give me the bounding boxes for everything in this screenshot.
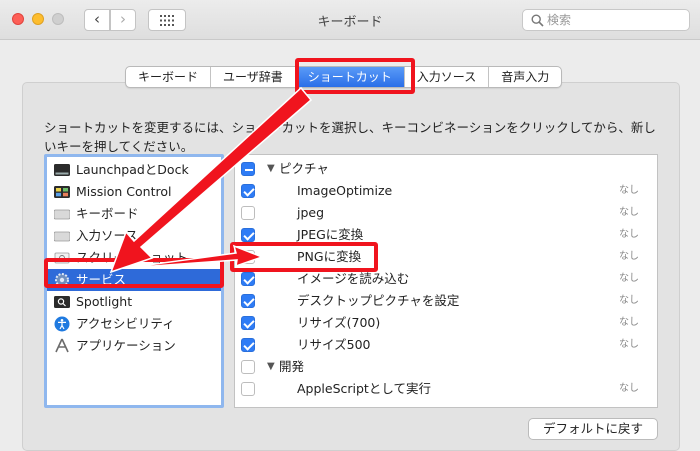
service-shortcut[interactable]: なし [619,378,639,400]
category-item-input-sources[interactable]: 入力ソース [47,225,221,247]
service-name: jpeg [297,205,325,220]
category-item-mission-control[interactable]: Mission Control [47,181,221,203]
group-label: 開発 [279,359,305,374]
service-shortcut[interactable]: なし [619,312,639,334]
category-label: Mission Control [76,184,172,199]
service-checkbox[interactable] [241,382,255,396]
service-row[interactable]: リサイズ(700) なし [235,312,657,334]
service-shortcut[interactable]: なし [619,246,639,268]
disclosure-triangle-icon[interactable]: ▼ [267,356,275,378]
group-checkbox[interactable] [241,360,255,374]
restore-defaults-button[interactable]: デフォルトに戻す [528,418,658,440]
service-shortcut[interactable]: なし [619,224,639,246]
service-shortcut[interactable]: なし [619,290,639,312]
disclosure-triangle-icon[interactable]: ▼ [267,158,275,180]
category-label: アクセシビリティ [76,316,175,331]
keyboard-icon [54,209,70,220]
highlight-services-item [44,258,224,288]
service-checkbox[interactable] [241,272,255,286]
category-item-accessibility[interactable]: アクセシビリティ [47,313,221,335]
tab-user-dictionary[interactable]: ユーザ辞書 [211,67,296,87]
instructions-text: ショートカットを変更するには、ショートカットを選択し、キーコンビネーションをクリ… [44,120,656,154]
service-row[interactable]: AppleScriptとして実行 なし [235,378,657,400]
service-shortcut[interactable]: なし [619,180,639,202]
service-checkbox[interactable] [241,316,255,330]
launchpad-icon [54,164,70,176]
category-label: アプリケーション [76,338,176,353]
service-shortcut[interactable]: なし [619,202,639,224]
category-item-spotlight[interactable]: Spotlight [47,291,221,313]
service-group-development[interactable]: ▼ 開発 [235,356,657,378]
category-item-app-shortcuts[interactable]: アプリケーション [47,335,221,357]
service-name: AppleScriptとして実行 [297,381,431,396]
app-shortcuts-icon [55,338,69,353]
search-icon [531,14,544,27]
highlight-shortcuts-tab [295,58,415,94]
category-label: 入力ソース [76,228,138,243]
highlight-png-convert [230,242,378,272]
service-shortcut[interactable]: なし [619,334,639,356]
accessibility-icon [54,316,70,332]
group-checkbox[interactable] [241,162,255,176]
service-group-pictures[interactable]: ▼ ピクチャ [235,158,657,180]
service-name: リサイズ(700) [297,315,381,330]
category-label: LaunchpadとDock [76,162,189,177]
service-checkbox[interactable] [241,228,255,242]
service-name: リサイズ500 [297,337,371,352]
service-checkbox[interactable] [241,206,255,220]
tab-keyboard[interactable]: キーボード [126,67,212,87]
service-row[interactable]: デスクトップピクチャを設定 なし [235,290,657,312]
service-checkbox[interactable] [241,294,255,308]
service-checkbox[interactable] [241,184,255,198]
spotlight-icon [54,296,70,308]
category-label: キーボード [76,206,139,221]
input-source-icon [54,231,70,242]
title-bar: ‹ › キーボード [0,0,700,40]
services-list: ▼ ピクチャ ImageOptimize なし jpeg なし JPEGに変換 … [234,154,658,408]
search-box[interactable] [522,9,690,31]
tab-dictation[interactable]: 音声入力 [489,67,561,87]
service-shortcut[interactable]: なし [619,268,639,290]
service-checkbox[interactable] [241,338,255,352]
service-name: ImageOptimize [297,183,393,198]
service-row[interactable]: jpeg なし [235,202,657,224]
category-label: Spotlight [76,294,133,309]
group-label: ピクチャ [279,161,329,176]
tab-input-sources[interactable]: 入力ソース [405,67,490,87]
category-item-launchpad[interactable]: LaunchpadとDock [47,159,221,181]
search-input[interactable] [547,12,682,28]
mission-control-icon [54,186,70,198]
service-row[interactable]: ImageOptimize なし [235,180,657,202]
category-item-keyboard[interactable]: キーボード [47,203,221,225]
service-row[interactable]: リサイズ500 なし [235,334,657,356]
service-name: デスクトップピクチャを設定 [297,293,460,308]
